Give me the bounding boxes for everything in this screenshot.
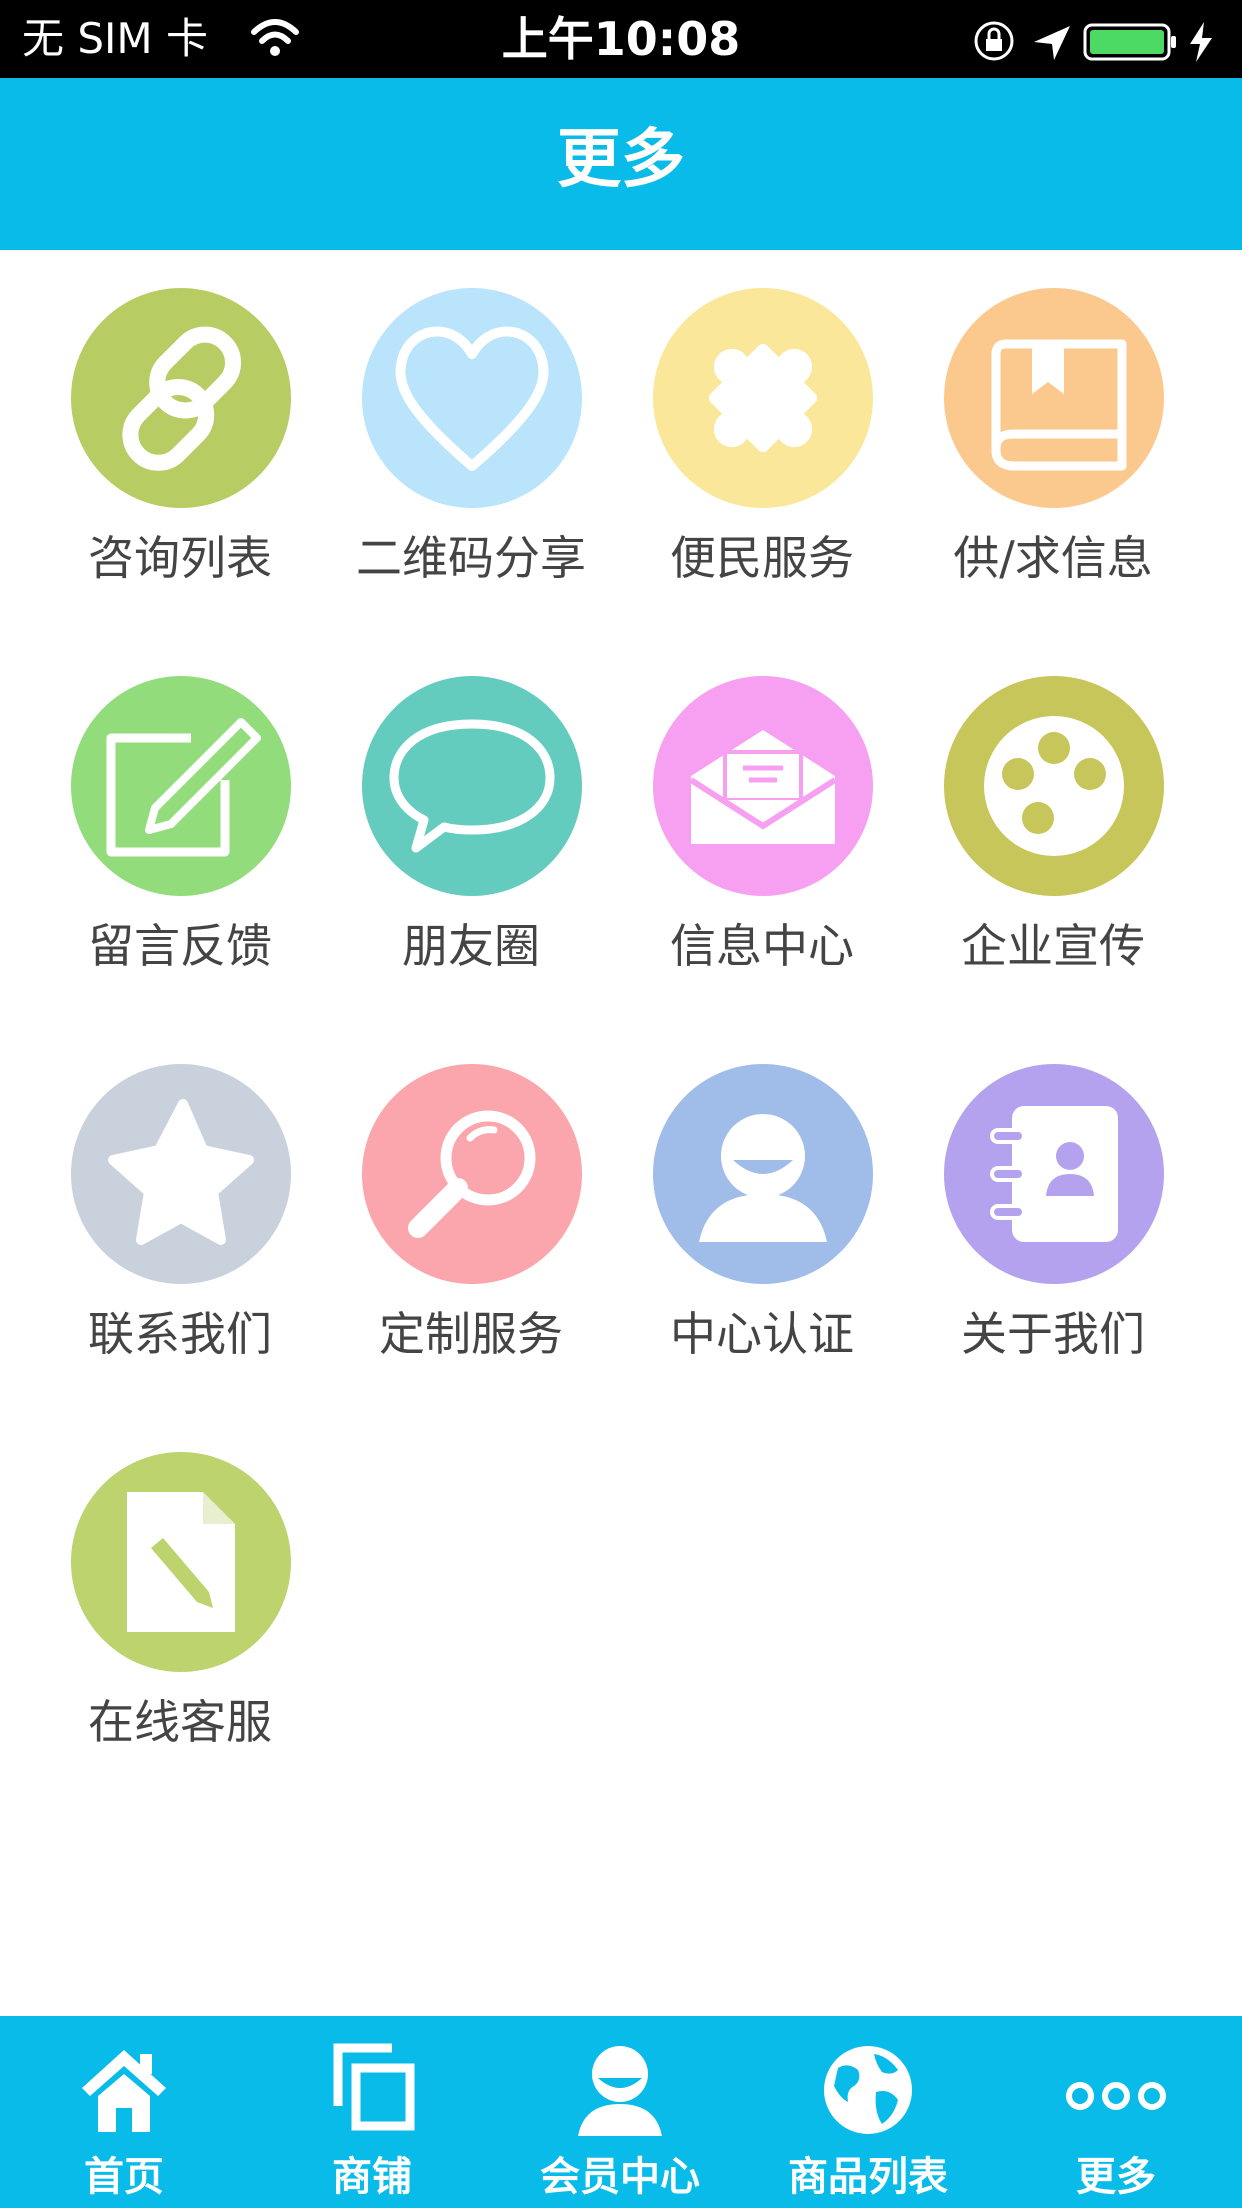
menu-label: 咨询列表	[88, 531, 272, 585]
user-icon	[653, 1064, 873, 1284]
menu-item-about-us[interactable]: 关于我们	[908, 1026, 1198, 1386]
tab-home[interactable]: 首页	[0, 2016, 248, 2208]
charging-bolt-icon	[1190, 22, 1212, 62]
menu-label: 朋友圈	[402, 919, 540, 973]
location-arrow-icon	[1034, 26, 1070, 60]
tab-label: 首页	[84, 2154, 164, 2200]
tab-member-center[interactable]: 会员中心	[496, 2016, 744, 2208]
mail-icon	[653, 676, 873, 896]
menu-label: 二维码分享	[356, 531, 586, 585]
menu-item-moments[interactable]: 朋友圈	[326, 638, 616, 998]
magnifier-icon	[362, 1064, 582, 1284]
tab-label: 商铺	[332, 2154, 412, 2200]
menu-label: 在线客服	[88, 1695, 272, 1749]
menu-label: 留言反馈	[88, 919, 272, 973]
heart-icon	[362, 288, 582, 508]
puzzle-icon	[653, 288, 873, 508]
document-edit-icon	[71, 1452, 291, 1672]
tab-more[interactable]: 更多	[992, 2016, 1240, 2208]
menu-item-feedback[interactable]: 留言反馈	[35, 638, 325, 998]
menu-item-convenience[interactable]: 便民服务	[617, 250, 907, 610]
tab-product-list[interactable]: 商品列表	[744, 2016, 992, 2208]
status-bar: 无 SIM 卡 上午10:08	[0, 0, 1242, 78]
menu-item-online-support[interactable]: 在线客服	[35, 1414, 325, 1774]
nav-bar: 更多	[0, 78, 1242, 250]
globe-icon	[824, 2046, 912, 2134]
tab-label: 更多	[1076, 2154, 1156, 2200]
battery-icon	[1083, 23, 1176, 61]
contacts-book-icon	[944, 1064, 1164, 1284]
rotation-lock-icon	[974, 21, 1014, 61]
tab-bar: 首页 商铺 会员中心 商品列表 更多	[0, 2016, 1242, 2208]
menu-item-custom-service[interactable]: 定制服务	[326, 1026, 616, 1386]
menu-label: 联系我们	[88, 1307, 272, 1361]
store-icon	[333, 2043, 415, 2131]
book-icon	[944, 288, 1164, 508]
menu-label: 便民服务	[670, 531, 854, 585]
menu-item-certification[interactable]: 中心认证	[617, 1026, 907, 1386]
menu-label: 关于我们	[961, 1307, 1145, 1361]
menu-item-contact-us[interactable]: 联系我们	[35, 1026, 325, 1386]
star-icon	[71, 1064, 291, 1284]
menu-label: 企业宣传	[961, 919, 1145, 973]
member-icon	[578, 2046, 662, 2136]
tab-label: 会员中心	[540, 2154, 700, 2200]
menu-item-consult-list[interactable]: 咨询列表	[35, 250, 325, 610]
menu-item-message-center[interactable]: 信息中心	[617, 638, 907, 998]
tab-label: 商品列表	[788, 2154, 948, 2200]
menu-item-qr-share[interactable]: 二维码分享	[326, 250, 616, 610]
menu-label: 中心认证	[670, 1307, 854, 1361]
more-icon	[1066, 2082, 1166, 2110]
menu-item-promotion[interactable]: 企业宣传	[908, 638, 1198, 998]
menu-label: 供/求信息	[953, 531, 1153, 585]
home-icon	[82, 2050, 166, 2132]
page-title: 更多	[557, 123, 685, 197]
tab-store[interactable]: 商铺	[248, 2016, 496, 2208]
status-icons	[974, 21, 1212, 62]
chat-bubble-icon	[362, 676, 582, 896]
menu-label: 定制服务	[379, 1307, 563, 1361]
link-icon	[71, 288, 291, 508]
menu-item-supply-demand[interactable]: 供/求信息	[908, 250, 1198, 610]
film-reel-icon	[944, 676, 1164, 896]
edit-icon	[71, 676, 291, 896]
menu-label: 信息中心	[670, 919, 854, 973]
